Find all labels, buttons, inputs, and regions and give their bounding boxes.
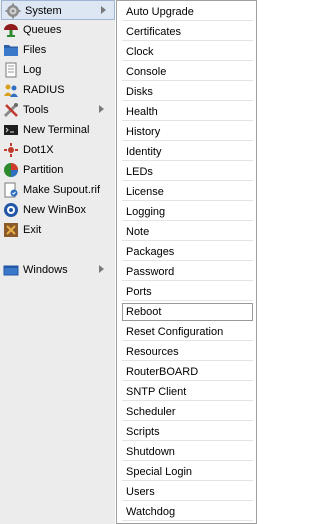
menu-item-make-supout[interactable]: Make Supout.rif: [0, 180, 115, 200]
menu-item-exit[interactable]: Exit: [0, 220, 115, 240]
submenu-item-note[interactable]: Note: [122, 223, 253, 241]
menu-item-label: New WinBox: [23, 204, 86, 216]
submenu-arrow-icon: [101, 6, 106, 14]
submenu-item-routerboard[interactable]: RouterBOARD: [122, 363, 253, 381]
submenu-item-resources[interactable]: Resources: [122, 343, 253, 361]
menu-item-files[interactable]: Files: [0, 40, 115, 60]
menu-item-label: RADIUS: [23, 84, 65, 96]
menu-item-label: New Terminal: [23, 124, 90, 136]
submenu-item-label: SNTP Client: [126, 386, 187, 398]
menu-item-label: Queues: [23, 24, 62, 36]
submenu-item-label: Note: [126, 226, 150, 238]
submenu-arrow-icon: [99, 265, 104, 273]
submenu-item-label: Watchdog: [126, 506, 176, 518]
menu-item-label: Windows: [23, 264, 68, 276]
submenu-item-disks[interactable]: Disks: [122, 83, 253, 101]
submenu-item-label: Identity: [126, 146, 162, 158]
submenu-item-label: Certificates: [126, 26, 182, 38]
submenu-item-ports[interactable]: Ports: [122, 283, 253, 301]
submenu-item-reset-configuration[interactable]: Reset Configuration: [122, 323, 253, 341]
submenu-item-reboot[interactable]: Reboot: [122, 303, 253, 321]
menu-item-label: Tools: [23, 104, 49, 116]
partition-pie-icon: [4, 163, 18, 177]
dot1x-icon: [4, 143, 18, 157]
menu-item-label: System: [25, 5, 62, 17]
submenu-item-label: Special Login: [126, 466, 193, 478]
menu-item-queues[interactable]: Queues: [0, 20, 115, 40]
submenu-item-label: RouterBOARD: [126, 366, 199, 378]
submenu-item-label: Resources: [126, 346, 179, 358]
menu-item-label: Log: [23, 64, 42, 76]
submenu-item-label: Packages: [126, 246, 175, 258]
submenu-item-label: Console: [126, 66, 167, 78]
system-submenu: Auto Upgrade Certificates Clock Console …: [116, 0, 257, 524]
menu-item-log[interactable]: Log: [0, 60, 115, 80]
menu-item-radius[interactable]: RADIUS: [0, 80, 115, 100]
submenu-item-leds[interactable]: LEDs: [122, 163, 253, 181]
winbox-icon: [4, 203, 18, 217]
submenu-item-label: License: [126, 186, 164, 198]
submenu-item-watchdog[interactable]: Watchdog: [122, 503, 253, 521]
submenu-item-scripts[interactable]: Scripts: [122, 423, 253, 441]
menu-item-system[interactable]: System: [1, 0, 115, 20]
menu-item-windows[interactable]: Windows: [0, 260, 115, 280]
submenu-item-label: Shutdown: [126, 446, 175, 458]
menu-item-dot1x[interactable]: Dot1X: [0, 140, 115, 160]
menu-item-label: Dot1X: [23, 144, 54, 156]
menu-item-new-terminal[interactable]: New Terminal: [0, 120, 115, 140]
submenu-item-label: History: [126, 126, 161, 138]
submenu-item-console[interactable]: Console: [122, 63, 253, 81]
main-menu: System Queues Files Log RADIUS Tools New…: [0, 0, 115, 524]
terminal-icon: [4, 125, 18, 135]
submenu-item-sntp-client[interactable]: SNTP Client: [122, 383, 253, 401]
radius-users-icon: [4, 84, 18, 97]
submenu-item-label: Auto Upgrade: [126, 6, 194, 18]
submenu-item-packages[interactable]: Packages: [122, 243, 253, 261]
submenu-item-scheduler[interactable]: Scheduler: [122, 403, 253, 421]
menu-item-label: Files: [23, 44, 47, 56]
submenu-item-label: Reboot: [126, 306, 162, 318]
windows-icon: [3, 265, 19, 276]
menu-item-tools[interactable]: Tools: [0, 100, 115, 120]
menu-item-label: Exit: [23, 224, 42, 236]
submenu-item-license[interactable]: License: [122, 183, 253, 201]
submenu-item-users[interactable]: Users: [122, 483, 253, 501]
folder-icon: [4, 45, 18, 56]
submenu-item-label: Scheduler: [126, 406, 176, 418]
gear-icon: [5, 3, 21, 19]
menu-item-partition[interactable]: Partition: [0, 160, 115, 180]
submenu-item-label: Logging: [126, 206, 166, 218]
submenu-item-label: Ports: [126, 286, 152, 298]
menu-item-label: Make Supout.rif: [23, 184, 101, 196]
submenu-item-history[interactable]: History: [122, 123, 253, 141]
submenu-item-identity[interactable]: Identity: [122, 143, 253, 161]
submenu-item-password[interactable]: Password: [122, 263, 253, 281]
supout-icon: [4, 182, 18, 198]
submenu-item-label: LEDs: [126, 166, 153, 178]
submenu-item-label: Clock: [126, 46, 154, 58]
submenu-item-logging[interactable]: Logging: [122, 203, 253, 221]
exit-icon: [4, 223, 18, 237]
tools-icon: [3, 103, 18, 118]
submenu-item-label: Disks: [126, 86, 153, 98]
submenu-item-special-login[interactable]: Special Login: [122, 463, 253, 481]
menu-item-label: Partition: [23, 164, 64, 176]
submenu-item-health[interactable]: Health: [122, 103, 253, 121]
submenu-item-certificates[interactable]: Certificates: [122, 23, 253, 41]
submenu-item-label: Password: [126, 266, 175, 278]
submenu-item-shutdown[interactable]: Shutdown: [122, 443, 253, 461]
queues-icon: [4, 24, 18, 37]
log-icon: [5, 62, 17, 78]
submenu-item-label: Health: [126, 106, 158, 118]
submenu-item-auto-upgrade[interactable]: Auto Upgrade: [122, 3, 253, 21]
submenu-item-label: Reset Configuration: [126, 326, 224, 338]
menu-item-new-winbox[interactable]: New WinBox: [0, 200, 115, 220]
submenu-item-label: Users: [126, 486, 155, 498]
submenu-arrow-icon: [99, 105, 104, 113]
submenu-item-clock[interactable]: Clock: [122, 43, 253, 61]
submenu-item-label: Scripts: [126, 426, 160, 438]
